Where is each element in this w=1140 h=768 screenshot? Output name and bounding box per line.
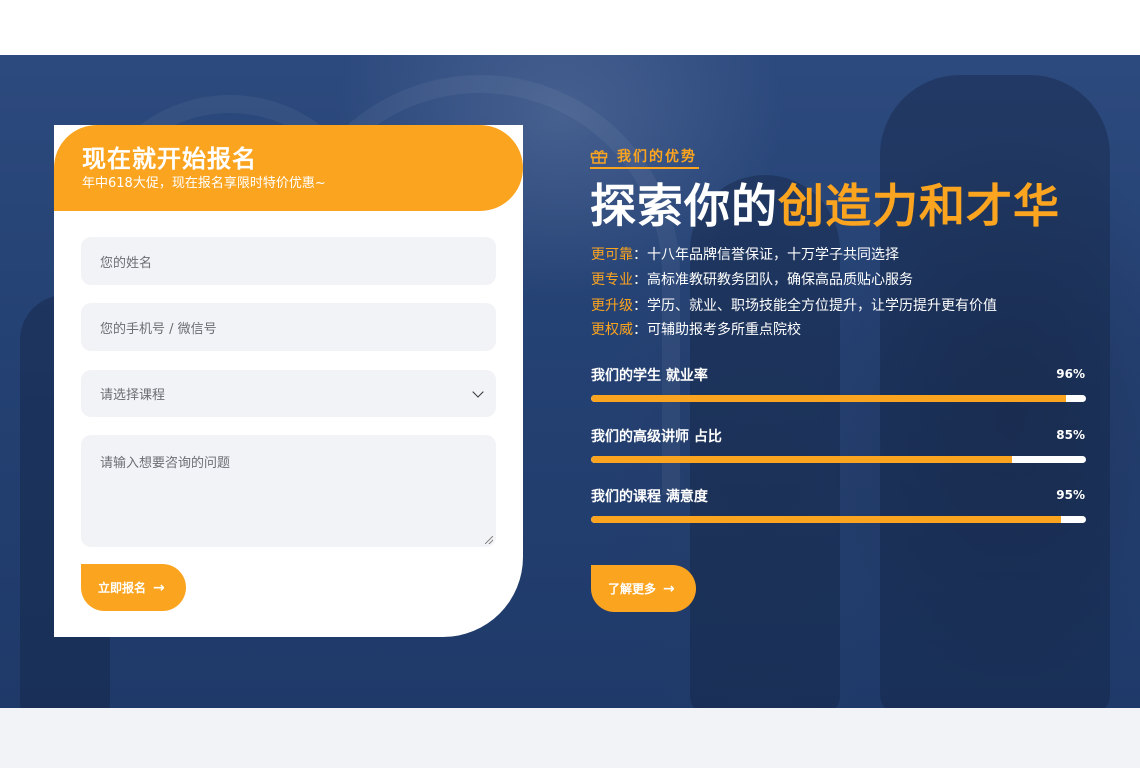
stat-progress-track (591, 395, 1086, 402)
stat-progress-track (591, 456, 1086, 463)
question-textarea[interactable]: 请输入想要咨询的问题 (81, 435, 496, 547)
feature-separator: ： (633, 247, 647, 263)
phone-input-placeholder: 您的手机号 / 微信号 (100, 321, 217, 337)
feature-item: 更升级：学历、就业、职场技能全方位提升，让学历提升更有价值 (591, 295, 997, 315)
feature-item: 更权威：可辅助报考多所重点院校 (591, 319, 801, 339)
stat-progress-track (591, 516, 1086, 523)
name-input-placeholder: 您的姓名 (100, 255, 153, 271)
stat-progress-fill (591, 456, 1012, 463)
feature-text: 学历、就业、职场技能全方位提升，让学历提升更有价值 (647, 298, 997, 314)
stat-percent: 95% (1056, 488, 1085, 502)
gift-icon (590, 148, 608, 164)
top-bar (0, 0, 1140, 55)
resize-handle-icon[interactable] (485, 536, 493, 544)
feature-item: 更专业：高标准教研教务团队，确保高品质贴心服务 (591, 269, 913, 289)
stat-progress-fill (591, 516, 1062, 523)
course-select-value: 请选择课程 (100, 388, 166, 403)
headline: 探索你的创造力和才华 (590, 170, 1060, 236)
arrow-right-icon: → (153, 579, 165, 596)
stat-percent: 85% (1056, 428, 1085, 442)
bottom-section (0, 708, 1140, 768)
headline-white: 探索你的 (590, 179, 778, 233)
headline-accent: 创造力和才华 (778, 179, 1060, 233)
feature-key: 更专业 (591, 272, 633, 288)
feature-separator: ： (633, 298, 647, 314)
submit-signup-label: 立即报名 (98, 581, 147, 595)
stat-label: 我们的课程 满意度 (591, 489, 708, 505)
name-input[interactable]: 您的姓名 (81, 237, 496, 285)
feature-text: 高标准教研教务团队，确保高品质贴心服务 (647, 272, 913, 288)
feature-text: 可辅助报考多所重点院校 (647, 322, 801, 338)
feature-key: 更权威 (591, 322, 633, 338)
stat-progress-fill (591, 395, 1067, 402)
learn-more-button[interactable]: 了解更多 → (591, 565, 696, 612)
phone-input[interactable]: 您的手机号 / 微信号 (81, 303, 496, 351)
signup-form-title: 现在就开始报名 (82, 145, 257, 173)
chevron-down-icon (472, 386, 484, 398)
feature-key: 更升级 (591, 298, 633, 314)
learn-more-label: 了解更多 (608, 582, 657, 596)
question-textarea-placeholder: 请输入想要咨询的问题 (100, 456, 231, 471)
feature-separator: ： (633, 272, 647, 288)
feature-separator: ： (633, 322, 647, 338)
course-select[interactable]: 请选择课程 (81, 370, 496, 417)
stat-percent: 96% (1056, 367, 1085, 381)
advantages-tag-label: 我们的优势 (617, 149, 697, 165)
advantages-tag: 我们的优势 (590, 145, 699, 169)
submit-signup-button[interactable]: 立即报名 → (81, 564, 186, 611)
stat-label: 我们的高级讲师 占比 (591, 429, 722, 445)
stat-label: 我们的学生 就业率 (591, 368, 708, 384)
feature-item: 更可靠：十八年品牌信誉保证，十万学子共同选择 (591, 244, 899, 264)
signup-form-subtitle: 年中618大促，现在报名享限时特价优惠~ (82, 176, 326, 191)
feature-text: 十八年品牌信誉保证，十万学子共同选择 (647, 247, 899, 263)
feature-key: 更可靠 (591, 247, 633, 263)
arrow-right-icon: → (663, 580, 675, 597)
